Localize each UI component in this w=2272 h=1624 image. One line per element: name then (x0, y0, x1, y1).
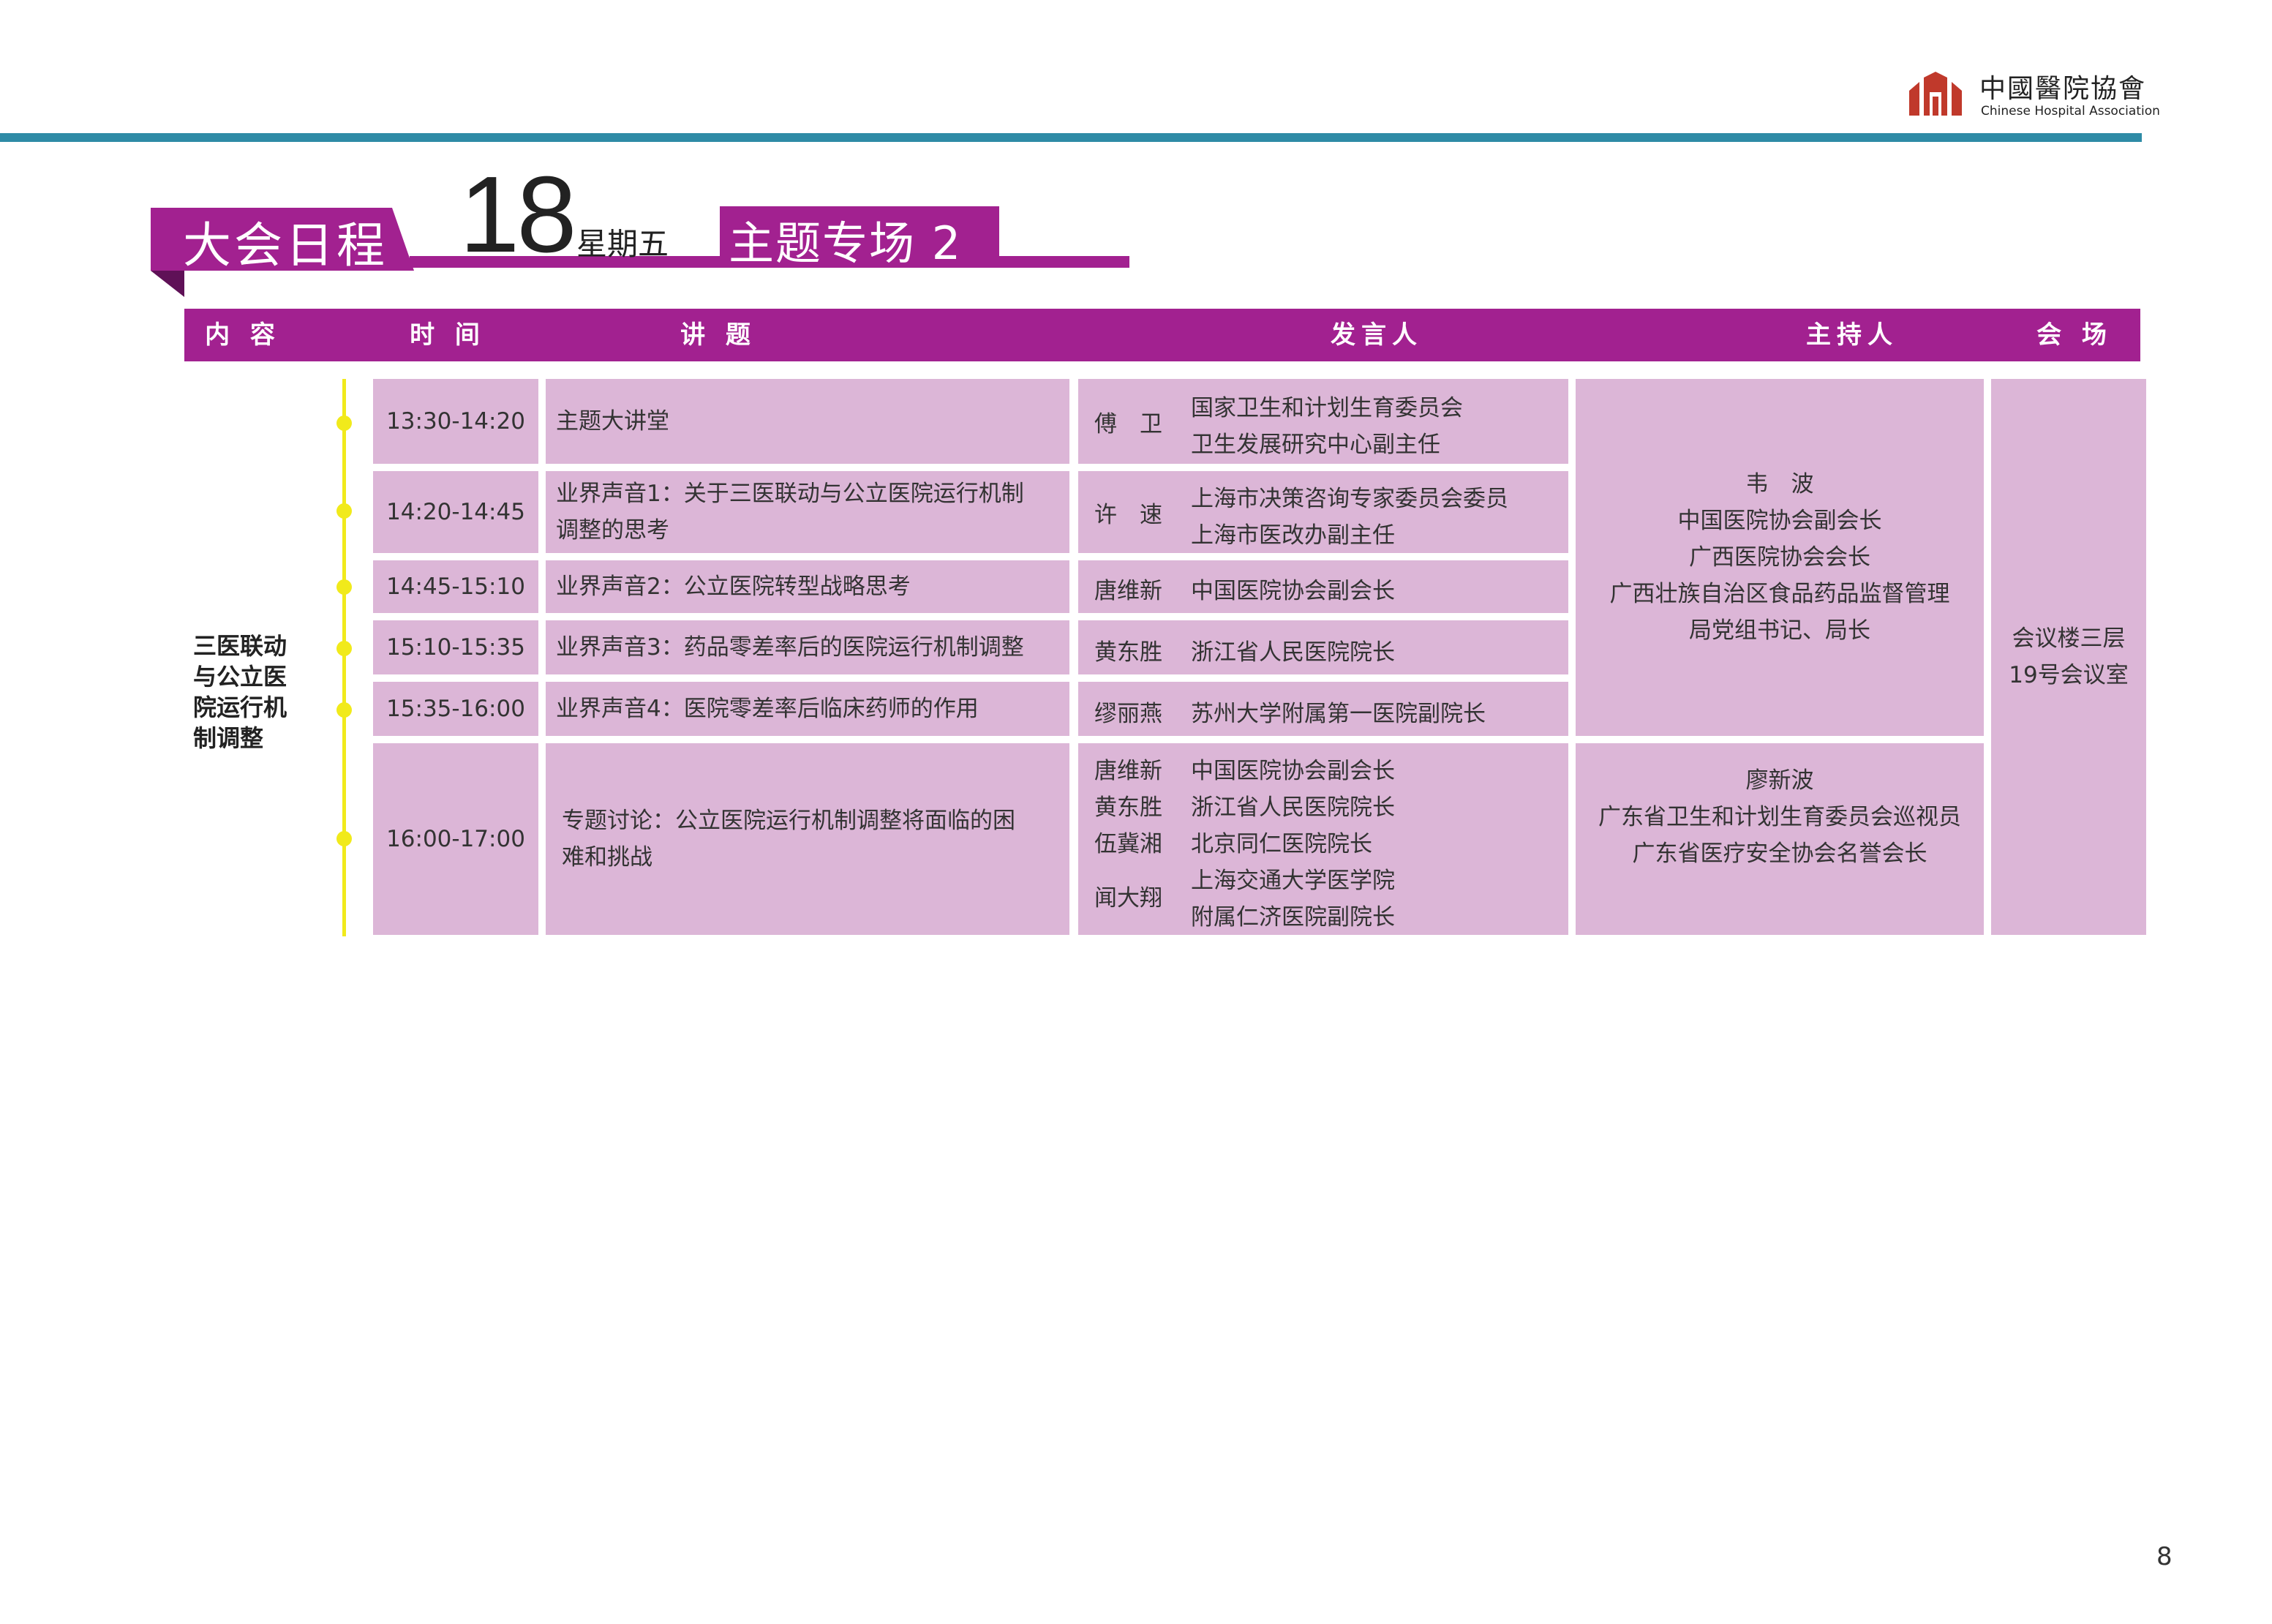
timeline-dot (336, 831, 352, 846)
speaker-title: 卫生发展研究中心副主任 (1191, 432, 1440, 458)
speaker-title: 中国医院协会副会长 (1191, 758, 1395, 784)
header-speaker: 发言人 (1331, 320, 1423, 350)
talk-title-cell: 专题讨论：公立医院运行机制调整将面临的困 难和挑战 (546, 743, 1069, 935)
host-title: 广西医院协会会长 (1689, 544, 1870, 571)
speaker-name: 许 速 (1094, 502, 1162, 528)
timeline-line (342, 379, 346, 936)
speaker-name: 伍冀湘 (1094, 831, 1162, 857)
speaker-title: 国家卫生和计划生育委员会 (1191, 395, 1463, 421)
host-title: 广东省医疗安全协会名誉会长 (1632, 841, 1927, 867)
logo-en-name: Chinese Hospital Association (1981, 104, 2160, 119)
talk-title-line: 业界声音1：关于三医联动与公立医院运行机制 (556, 481, 1024, 507)
host-title: 局党组书记、局长 (1689, 617, 1870, 644)
speaker-name: 唐维新 (1094, 578, 1162, 604)
time-cell: 14:45-15:10 (373, 560, 538, 613)
speaker-name: 黄东胜 (1094, 639, 1162, 666)
speaker-name: 黄东胜 (1094, 794, 1162, 821)
top-rule (0, 133, 2142, 142)
topic-tag: 主题专场 2 (729, 217, 963, 270)
venue-line: 19号会议室 (2009, 662, 2129, 688)
speaker-cell: 缪丽燕 苏州大学附属第一医院副院长 (1078, 682, 1568, 736)
speaker-name: 傅 卫 (1094, 411, 1162, 437)
talk-title-cell: 主题大讲堂 (546, 379, 1069, 464)
weekday-label: 星期五 (576, 226, 669, 262)
speaker-name: 闻大翔 (1094, 885, 1162, 911)
speaker-title: 上海市决策咨询专家委员会委员 (1191, 486, 1508, 512)
venue-cell: 会议楼三层 19号会议室 (1991, 379, 2146, 935)
talk-title-line: 主题大讲堂 (556, 408, 669, 435)
logo-cn-name: 中國醫院協會 (1979, 74, 2147, 104)
header-host: 主持人 (1806, 320, 1898, 350)
time-cell: 13:30-14:20 (373, 379, 538, 464)
page-number: 8 (2156, 1542, 2173, 1571)
speaker-title: 北京同仁医院院长 (1191, 831, 1372, 857)
header-venue: 会 场 (2036, 320, 2113, 350)
timeline-dot (336, 641, 352, 656)
time-cell: 14:20-14:45 (373, 471, 538, 553)
schedule-title: 大会日程 (183, 217, 388, 274)
talk-title-line: 业界声音2：公立医院转型战略思考 (556, 574, 911, 600)
speaker-title: 浙江省人民医院院长 (1191, 794, 1395, 821)
table-header: 内 容 时 间 讲 题 发言人 主持人 会 场 (184, 309, 2140, 361)
timeline-dot (336, 503, 352, 519)
speaker-title: 附属仁济医院副院长 (1191, 904, 1395, 931)
talk-title-line: 难和挑战 (562, 844, 652, 871)
talk-title-line: 业界声音3：药品零差率后的医院运行机制调整 (556, 634, 1024, 661)
time-cell: 15:10-15:35 (373, 620, 538, 674)
talk-title-cell: 业界声音1：关于三医联动与公立医院运行机制 调整的思考 (546, 471, 1069, 553)
association-logo: 中國醫院協會 Chinese Hospital Association (1905, 67, 2160, 126)
speaker-name: 唐维新 (1094, 758, 1162, 784)
day-number: 18 (459, 154, 577, 275)
talk-title-cell: 业界声音2：公立医院转型战略思考 (546, 560, 1069, 613)
time-cell: 15:35-16:00 (373, 682, 538, 736)
timeline-dot (336, 579, 352, 595)
talk-title-line: 业界声音4：医院零差率后临床药师的作用 (556, 696, 979, 722)
host-title: 广东省卫生和计划生育委员会巡视员 (1598, 804, 1961, 830)
speaker-cell: 唐维新 中国医院协会副会长 黄东胜 浙江省人民医院院长 伍冀湘 北京同仁医院院长… (1078, 743, 1568, 935)
talk-title-line: 调整的思考 (556, 517, 669, 544)
venue-line: 会议楼三层 (2012, 625, 2126, 652)
speaker-title: 上海市医改办副主任 (1191, 522, 1395, 549)
speaker-title: 中国医院协会副会长 (1191, 578, 1395, 604)
header-content: 内 容 (205, 320, 281, 350)
speaker-cell: 黄东胜 浙江省人民医院院长 (1078, 620, 1568, 674)
talk-title-cell: 业界声音4：医院零差率后临床药师的作用 (546, 682, 1069, 736)
host-name: 韦 波 (1745, 471, 1814, 497)
speaker-title: 浙江省人民医院院长 (1191, 639, 1395, 666)
speaker-cell: 傅 卫 国家卫生和计划生育委员会 卫生发展研究中心副主任 (1078, 379, 1568, 464)
time-cell: 16:00-17:00 (373, 743, 538, 935)
host-name: 廖新波 (1745, 767, 1814, 794)
speaker-title: 苏州大学附属第一医院副院长 (1191, 701, 1486, 727)
talk-title-line: 专题讨论：公立医院运行机制调整将面临的困 (562, 808, 1015, 834)
header-time: 时 间 (410, 320, 486, 350)
host-title: 广西壮族自治区食品药品监督管理 (1609, 581, 1950, 607)
speaker-title: 上海交通大学医学院 (1191, 868, 1395, 894)
host-title: 中国医院协会副会长 (1677, 508, 1882, 534)
logo-mark-icon (1909, 72, 1962, 116)
speaker-name: 缪丽燕 (1094, 701, 1162, 727)
timeline-dot (336, 702, 352, 718)
talk-title-cell: 业界声音3：药品零差率后的医院运行机制调整 (546, 620, 1069, 674)
speaker-cell: 唐维新 中国医院协会副会长 (1078, 560, 1568, 613)
host-cell: 廖新波 广东省卫生和计划生育委员会巡视员 广东省医疗安全协会名誉会长 (1576, 743, 1984, 935)
header-topic: 讲 题 (680, 320, 756, 350)
banner-fold (151, 271, 184, 297)
timeline-dot (336, 416, 352, 431)
session-topic: 三医联动与公立医院运行机制调整 (193, 632, 287, 752)
speaker-cell: 许 速 上海市决策咨询专家委员会委员 上海市医改办副主任 (1078, 471, 1568, 553)
host-cell: 韦 波 中国医院协会副会长 广西医院协会会长 广西壮族自治区食品药品监督管理 局… (1576, 379, 1984, 736)
